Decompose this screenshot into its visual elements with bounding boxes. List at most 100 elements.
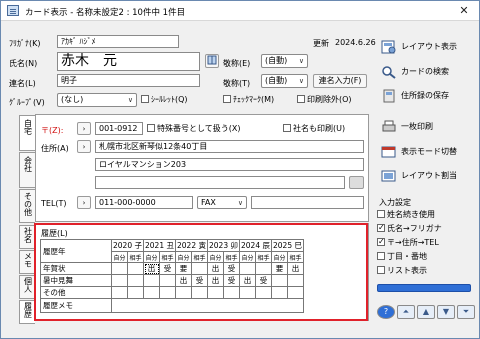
setting-label-0: 姓名続き使用	[387, 210, 435, 219]
layout-view-button[interactable]: レイアウト表示	[377, 38, 477, 56]
setting-label-4: リスト表示	[387, 266, 427, 275]
previous-record-icon[interactable]: ▲	[417, 305, 435, 319]
honorific-value: (自動)	[265, 56, 288, 65]
tab-home-label: 自宅	[23, 119, 33, 135]
fax-input[interactable]	[251, 196, 364, 209]
view-mode-toggle-button[interactable]: 表示モード切替	[377, 143, 477, 161]
setting-label-1: 氏名→フリガナ	[387, 224, 442, 233]
setting-check-1[interactable]: 氏名→フリガナ	[377, 222, 442, 235]
joint-honorific-select[interactable]: (自動) ∨	[261, 74, 308, 88]
checkmark-checkbox[interactable]: ﾁｪｯｸﾏｰｸ(M)	[223, 94, 274, 106]
setting-check-0[interactable]: 姓名続き使用	[377, 209, 435, 221]
layout-assign-button[interactable]: レイアウト割当	[377, 167, 477, 185]
card-app-icon	[7, 5, 19, 16]
progress-bar	[377, 284, 471, 292]
group-label: ｸﾞﾙｰﾌﾟ(V)	[9, 98, 45, 107]
joint-name-label: 連名(L)	[9, 79, 36, 88]
checkbox-box	[377, 222, 385, 234]
card-view-window: カード表示 - 名称未設定2 : 10件中 1件目 ✕ ﾌﾘｶﾞﾅ(K) ｱｶｷ…	[0, 0, 480, 339]
exclude-print-checkbox[interactable]: 印刷除外(O)	[297, 94, 352, 106]
edit-address-icon[interactable]	[349, 176, 364, 189]
checkbox-box	[147, 124, 155, 132]
setting-check-4[interactable]: リスト表示	[377, 265, 427, 277]
help-icon[interactable]: ?	[377, 305, 395, 319]
honorific-select[interactable]: (自動) ∨	[261, 54, 308, 68]
save-address-book-label: 住所録の保存	[401, 91, 449, 100]
tab-company-name-label: 社名	[23, 227, 33, 243]
checkbox-box	[283, 124, 291, 132]
tab-other-label: その他	[23, 192, 33, 216]
checkbox-box	[377, 252, 385, 260]
fax-select[interactable]: FAX ∨	[197, 196, 247, 209]
zip-arrow-button[interactable]: ›	[77, 122, 91, 135]
close-icon[interactable]: ✕	[455, 4, 473, 18]
name-label: 氏名(N)	[9, 59, 38, 68]
layout-assign-icon	[381, 170, 396, 182]
first-record-icon[interactable]: ⏶	[397, 305, 415, 319]
layout-view-icon	[381, 40, 396, 54]
company-print-label: 社名も印刷(U)	[293, 124, 346, 133]
tel-input[interactable]: 011-000-0000	[95, 196, 193, 209]
tel-arrow-button[interactable]: ›	[77, 196, 91, 209]
view-mode-label: 表示モード切替	[401, 147, 457, 156]
checkbox-box	[377, 266, 385, 274]
tab-personal[interactable]: 個人	[19, 275, 35, 299]
checkbox-box	[377, 236, 385, 248]
updated-label: 更新	[313, 39, 329, 48]
tab-history-label: 履歴	[23, 302, 33, 318]
title-bar: カード表示 - 名称未設定2 : 10件中 1件目 ✕	[1, 1, 479, 21]
tab-memo[interactable]: メモ	[19, 250, 35, 274]
tab-personal-label: 個人	[23, 277, 33, 293]
tab-company[interactable]: 会社	[19, 152, 35, 188]
next-record-icon[interactable]: ▼	[437, 305, 455, 319]
special-zip-checkbox[interactable]: 特殊番号として扱う(X)	[147, 123, 240, 135]
address-label: 住所(A)	[41, 144, 69, 153]
tab-home[interactable]: 自宅	[19, 115, 35, 151]
checkbox-box	[141, 95, 149, 103]
group-select[interactable]: (なし) ∨	[57, 93, 137, 107]
sealed-checkbox[interactable]: ｼｰﾙﾚｯﾄ(Q)	[141, 94, 188, 106]
single-print-button[interactable]: 一枚印刷	[377, 118, 477, 136]
joint-honorific-value: (自動)	[265, 76, 288, 85]
joint-honorific-label: 敬称(T)	[223, 79, 251, 88]
address-arrow-button[interactable]: ›	[77, 140, 91, 153]
history-highlight-frame	[34, 223, 368, 321]
input-settings-heading: 入力設定	[379, 198, 411, 207]
name-input[interactable]: 赤木 元	[57, 52, 200, 71]
setting-check-2[interactable]: 〒→住所→TEL	[377, 236, 439, 249]
printer-icon	[382, 120, 396, 132]
save-address-book-button[interactable]: 住所録の保存	[377, 87, 477, 105]
checkbox-box	[223, 95, 231, 103]
joint-name-input[interactable]: 明子	[57, 74, 200, 87]
group-value: (なし)	[61, 95, 84, 104]
search-icon	[382, 66, 396, 79]
joint-name-input-button[interactable]: 連名入力(F)	[313, 74, 367, 88]
address-line2-input[interactable]: ロイヤルマンション203	[95, 158, 364, 171]
zip-input[interactable]: 001-0912	[95, 122, 143, 135]
zip-label: 〒(Z):	[41, 126, 64, 135]
checkmark-label: ﾁｪｯｸﾏｰｸ(M)	[233, 95, 275, 104]
chevron-down-icon: ∨	[127, 96, 133, 104]
company-print-checkbox[interactable]: 社名も印刷(U)	[283, 123, 345, 135]
tab-company-name[interactable]: 社名	[19, 225, 35, 249]
sealed-label: ｼｰﾙﾚｯﾄ(Q)	[151, 95, 188, 104]
last-record-icon[interactable]: ⏷	[457, 305, 475, 319]
setting-check-3[interactable]: 丁目・番地	[377, 251, 427, 263]
setting-label-2: 〒→住所→TEL	[387, 238, 439, 247]
card-search-button[interactable]: カードの検索	[377, 63, 477, 81]
address-line3-input[interactable]	[95, 176, 345, 189]
furigana-input[interactable]: ｱｶｷﾞ ﾊｼﾞﾒ	[57, 35, 179, 48]
furigana-label: ﾌﾘｶﾞﾅ(K)	[9, 39, 41, 48]
card-search-label: カードの検索	[401, 67, 449, 76]
tab-history[interactable]: 履歴	[19, 300, 35, 324]
tab-memo-label: メモ	[23, 252, 33, 268]
checkbox-box	[377, 210, 385, 218]
layout-assign-label: レイアウト割当	[401, 171, 457, 180]
address-line1-input[interactable]: 札幌市北区新琴似12条40丁目	[95, 140, 364, 153]
window-title: カード表示 - 名称未設定2 : 10件中 1件目	[25, 8, 186, 18]
tab-company-label: 会社	[23, 156, 33, 172]
tab-other[interactable]: その他	[19, 189, 35, 223]
address-book-icon[interactable]	[205, 54, 219, 68]
chevron-down-icon: ∨	[298, 57, 304, 65]
chevron-down-icon: ∨	[298, 77, 304, 85]
